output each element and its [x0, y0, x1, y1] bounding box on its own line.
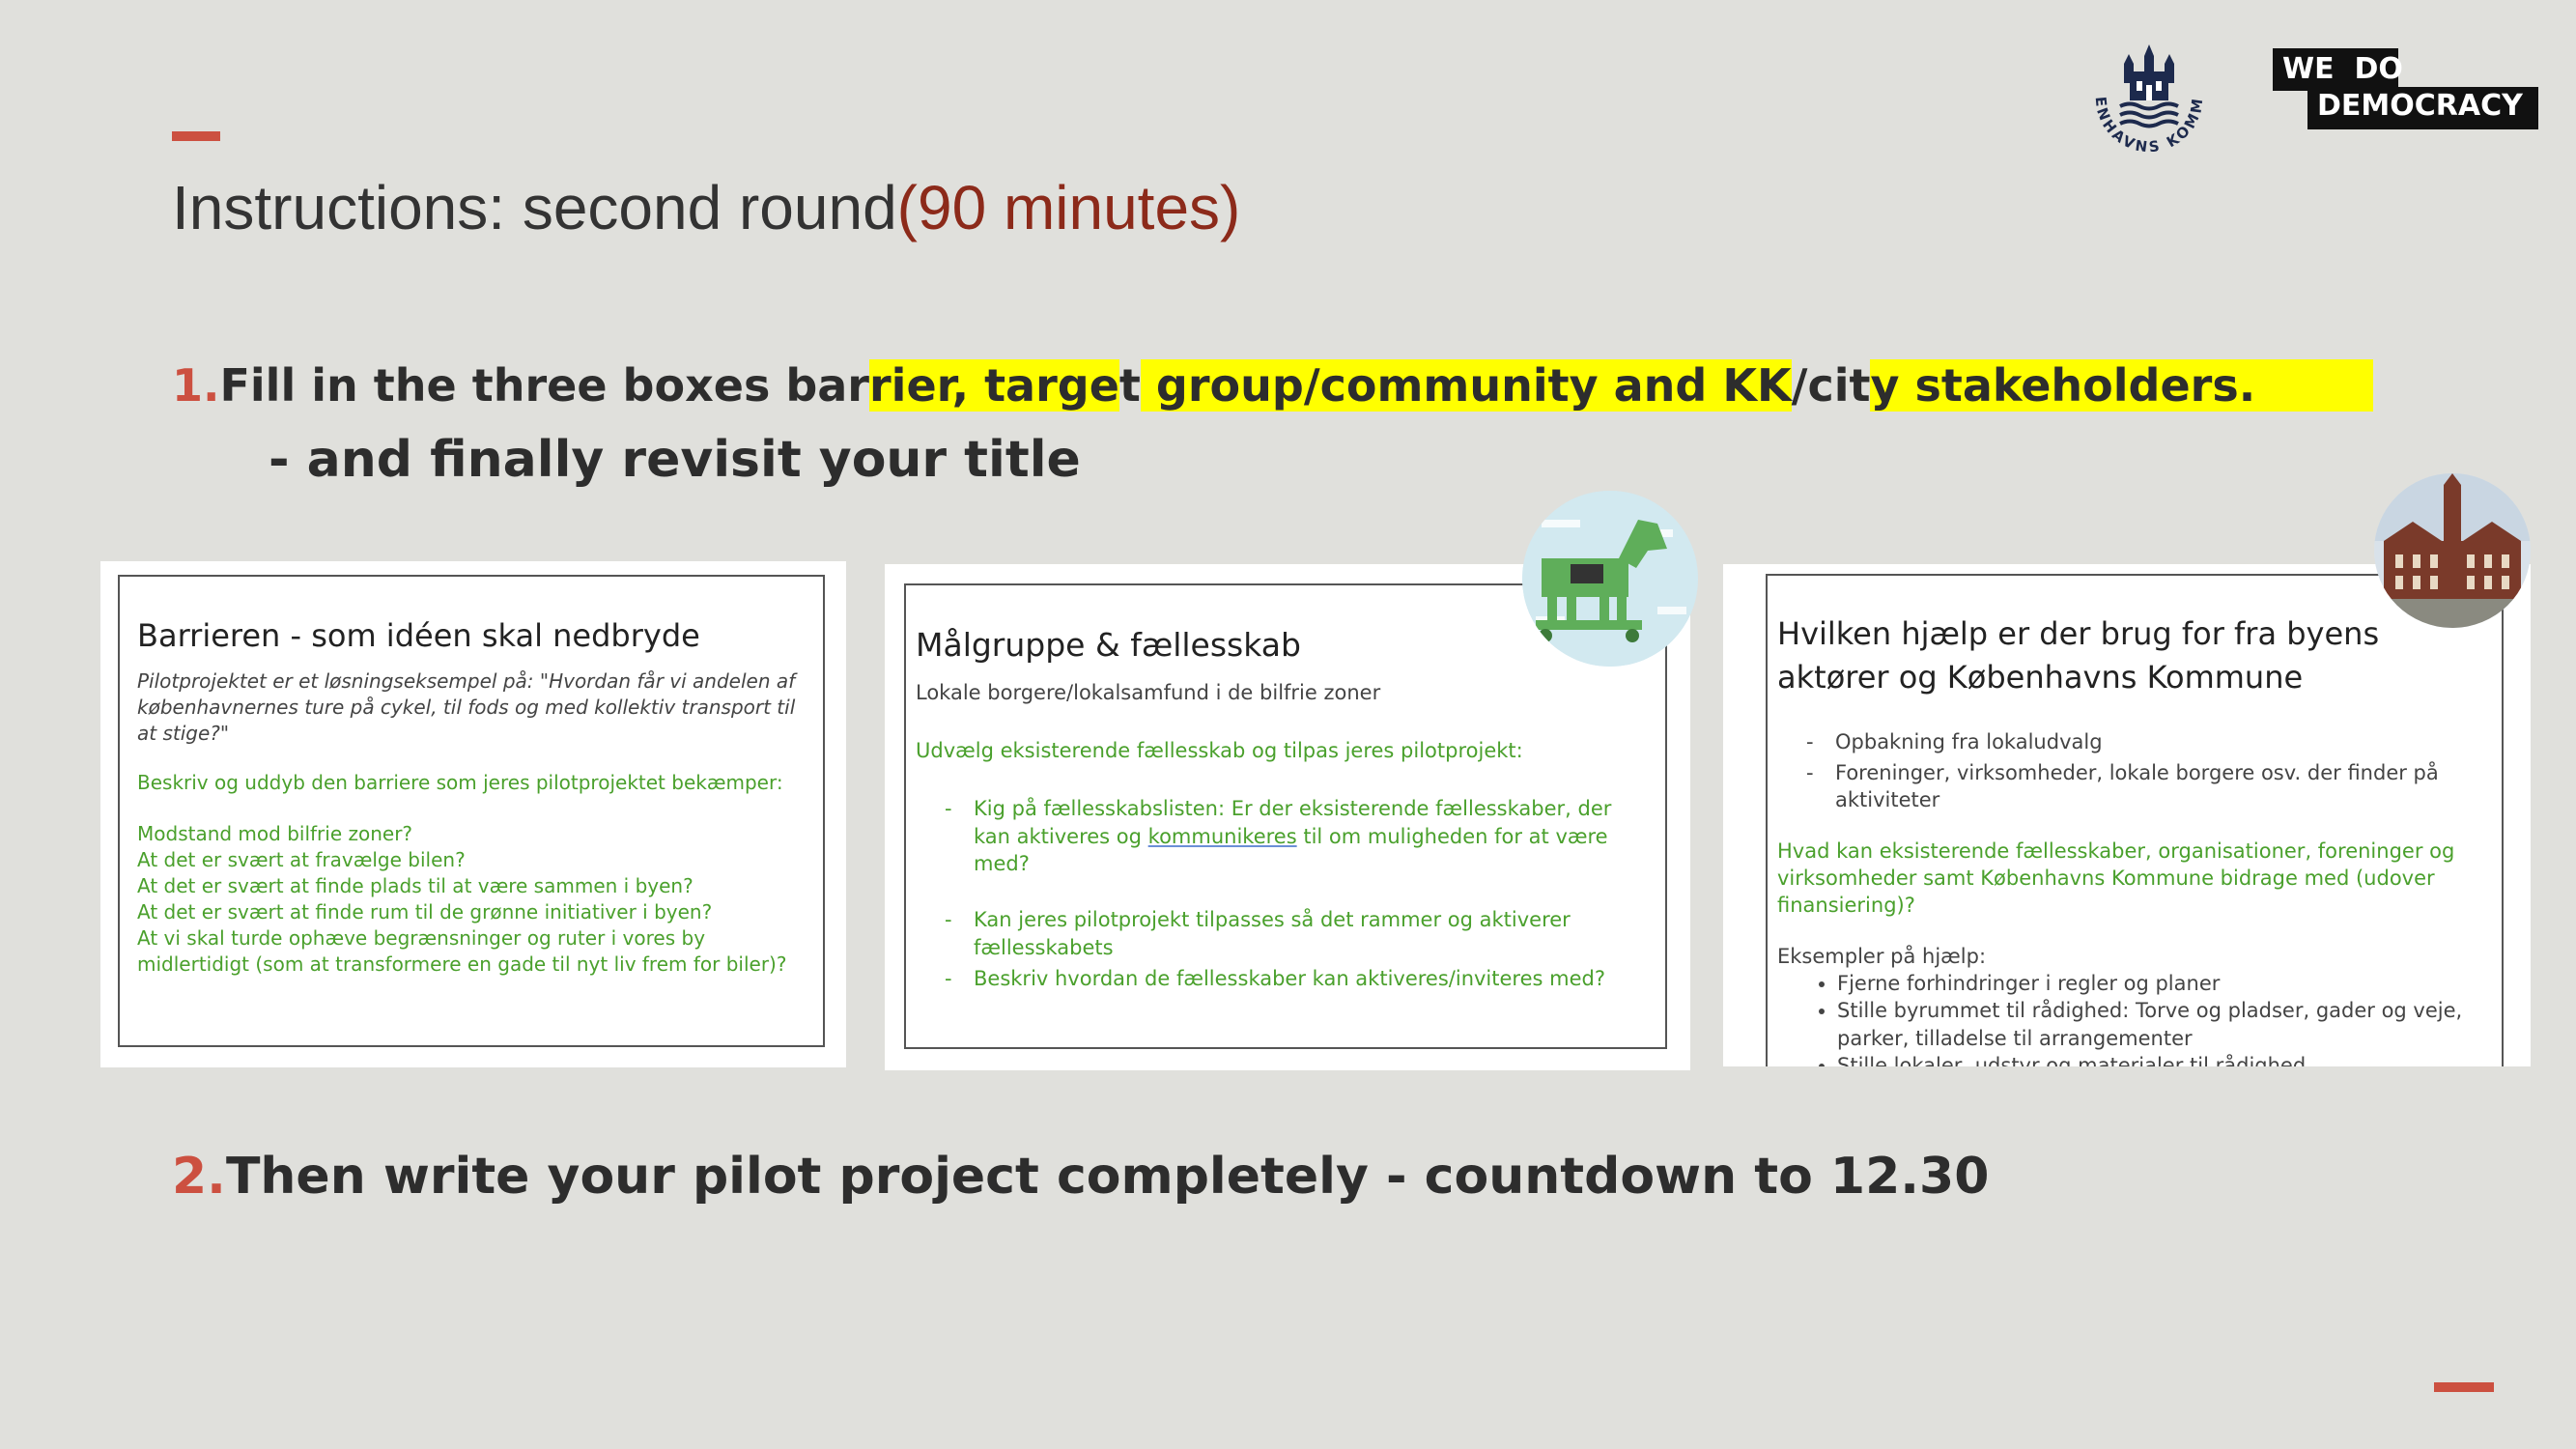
step-2-instruction: 2.Then write your pilot project complete… [172, 1148, 1989, 1206]
help-card-prompt: Hvad kan eksisterende fællesskaber, orga… [1777, 838, 2455, 918]
target-card-subtitle: Lokale borgere/lokalsamfund i de bilfrie… [916, 680, 1381, 704]
top-accent-bar [172, 131, 220, 141]
step-1-text-e: /cit [1791, 359, 1871, 412]
step-1-highlight-a: rier, targe [869, 359, 1119, 412]
target-item-1-link: kommunikeres [1147, 824, 1297, 848]
list-item: Beskriv hvordan de fællesskaber kan akti… [916, 965, 1646, 993]
step-1-highlight-b: group/community and KK [1140, 359, 1792, 412]
page-title: Instructions: second round(90 minutes) [172, 172, 1240, 243]
barrier-line: At det er svært at finde rum til de grøn… [137, 900, 713, 924]
barrier-line: At det er svært at finde plads til at væ… [137, 874, 694, 898]
barrier-line: At vi skal turde ophæve begrænsninger og… [137, 926, 787, 977]
we-do-text: WE DO [2282, 52, 2403, 86]
barrier-card-title: Barrieren - som idéen skal nedbryde [137, 617, 700, 654]
title-main: Instructions: second round [172, 173, 897, 242]
barrier-card: Barrieren - som idéen skal nedbryde Pilo… [100, 561, 846, 1067]
help-card-bullets: Fjerne forhindringer i regler og planer … [1777, 970, 2490, 1066]
kobenhavns-kommune-logo: KØBENHAVNS KOMMUNE [2069, 8, 2222, 166]
list-item: Foreninger, virksomheder, lokale borgere… [1777, 759, 2490, 814]
step-1-instruction: 1.Fill in the three boxes barrier, targe… [172, 359, 2374, 412]
list-item: Stille byrummet til rådighed: Torve og p… [1837, 997, 2490, 1052]
list-item: Opbakning fra lokaludvalg [1777, 728, 2490, 756]
target-card-list: Kig på fællesskabslisten: Er der eksiste… [916, 795, 1646, 992]
step-1-text-a: Fill in the three boxes bar [219, 359, 869, 412]
barrier-line: Modstand mod bilfrie zoner? [137, 822, 413, 846]
city-hall-image [2374, 473, 2531, 628]
barrier-line: At det er svært at fravælge bilen? [137, 848, 466, 872]
we-do-democracy-logo: WE DO DEMOCRACY [2273, 48, 2538, 129]
help-card-examples-label: Eksempler på hjælp: [1777, 944, 1987, 968]
list-item: Stille lokaler, udstyr og materialer til… [1837, 1052, 2490, 1066]
step-2-text: Then write your pilot project completely… [225, 1148, 1990, 1206]
list-item: Kig på fællesskabslisten: Er der eksiste… [916, 795, 1646, 877]
list-item: Kan jeres pilotprojekt tilpasses så det … [916, 906, 1646, 961]
target-card-title: Målgruppe & fællesskab [916, 626, 1301, 664]
democracy-text: DEMOCRACY [2317, 89, 2523, 123]
help-card-title: Hvilken hjælp er der brug for fra byens … [1777, 615, 2380, 696]
bottom-accent-bar [2434, 1382, 2494, 1392]
title-duration: (90 minutes) [896, 173, 1241, 242]
list-item: Fjerne forhindringer i regler og planer [1837, 970, 2490, 997]
barrier-card-lines: Modstand mod bilfrie zoner? At det er sv… [137, 821, 806, 978]
help-card-dash-list: Opbakning fra lokaludvalg Foreninger, vi… [1777, 728, 2490, 814]
step-1-subtext: - and finally revisit your title [269, 431, 1081, 489]
barrier-card-intro: Pilotprojektet er et løsningseksempel på… [137, 669, 796, 746]
step-1-number: 1. [172, 359, 220, 412]
step-2-number: 2. [172, 1148, 226, 1206]
trojan-horse-image [1522, 491, 1698, 667]
target-card-prompt: Udvælg eksisterende fællesskab og tilpas… [916, 738, 1523, 762]
barrier-card-prompt: Beskriv og uddyb den barriere som jeres … [137, 771, 783, 795]
help-card: Hvilken hjælp er der brug for fra byens … [1723, 564, 2531, 1066]
step-1-highlight-c: y stakeholders. [1870, 359, 2374, 412]
step-1-text-c: t [1118, 359, 1141, 412]
